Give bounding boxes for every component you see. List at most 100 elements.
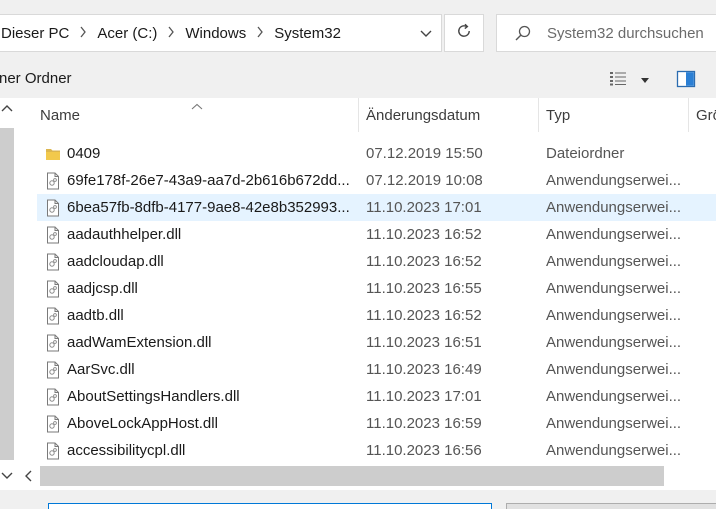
file-name[interactable]: 69fe178f-26e7-43a9-aa7d-2b616b672dd...: [67, 167, 357, 194]
file-icon: [43, 437, 63, 464]
file-name[interactable]: AboveLockAppHost.dll: [67, 410, 357, 437]
chevron-down-icon[interactable]: [417, 24, 435, 42]
file-name[interactable]: aadjcsp.dll: [67, 275, 357, 302]
breadcrumb-system32[interactable]: System32: [271, 25, 344, 42]
file-icon: [43, 302, 63, 329]
file-type: Anwendungserwei...: [546, 415, 682, 432]
folder-icon: [43, 140, 63, 167]
chevron-right-icon[interactable]: [249, 26, 271, 41]
column-divider[interactable]: [688, 98, 689, 132]
vertical-scrollbar[interactable]: [0, 98, 14, 488]
search-placeholder[interactable]: System32 durchsuchen: [547, 25, 704, 42]
column-divider[interactable]: [538, 98, 539, 132]
file-row[interactable]: aadWamExtension.dll 11.10.2023 16:51 Anwen…: [37, 329, 716, 356]
breadcrumb-drive[interactable]: Acer (C:): [94, 25, 160, 42]
caret-down-icon[interactable]: [640, 71, 650, 89]
file-date: 07.12.2019 10:08: [366, 172, 483, 189]
file-row[interactable]: AboutSettingsHandlers.dll 11.10.2023 17:0…: [37, 383, 716, 410]
breadcrumb-dieser-pc[interactable]: Dieser PC: [0, 25, 72, 42]
search-input[interactable]: System32 durchsuchen: [496, 14, 716, 52]
scroll-up-arrow-icon[interactable]: [0, 102, 14, 116]
file-icon: [43, 248, 63, 275]
search-icon: [513, 23, 533, 43]
file-name[interactable]: aadauthhelper.dll: [67, 221, 357, 248]
file-date: 11.10.2023 16:49: [366, 361, 482, 378]
command-bar: ner Ordner: [0, 60, 716, 98]
file-date: 07.12.2019 15:50: [366, 145, 483, 162]
column-label[interactable]: Name: [40, 107, 80, 124]
breadcrumb-label[interactable]: Windows: [182, 25, 249, 42]
file-date: 11.10.2023 17:01: [366, 388, 482, 405]
file-row[interactable]: aadauthhelper.dll 11.10.2023 16:52 Anwendu…: [37, 221, 716, 248]
column-label[interactable]: Änderungsdatum: [366, 107, 480, 124]
file-row[interactable]: AboveLockAppHost.dll 11.10.2023 16:59 Anwe…: [37, 410, 716, 437]
file-icon: [43, 275, 63, 302]
chevron-right-icon[interactable]: [160, 26, 182, 41]
chevron-right-icon[interactable]: [72, 26, 94, 41]
file-type: Anwendungserwei...: [546, 253, 682, 270]
file-type: Anwendungserwei...: [546, 388, 682, 405]
file-row[interactable]: aadcloudap.dll 11.10.2023 16:52 Anwendungs…: [37, 248, 716, 275]
scroll-down-arrow-icon[interactable]: [0, 468, 14, 482]
file-date: 11.10.2023 16:52: [366, 253, 482, 270]
file-date: 11.10.2023 16:52: [366, 307, 482, 324]
file-name[interactable]: AboutSettingsHandlers.dll: [67, 383, 357, 410]
address-bar-row: Dieser PC Acer (C:) Windows System32 Sys…: [0, 0, 716, 60]
file-date: 11.10.2023 16:51: [366, 334, 482, 351]
breadcrumb-label[interactable]: Dieser PC: [0, 25, 72, 42]
file-type: Anwendungserwei...: [546, 361, 682, 378]
new-folder-button[interactable]: ner Ordner: [0, 70, 72, 87]
refresh-button[interactable]: [444, 14, 484, 52]
file-type: Anwendungserwei...: [546, 442, 682, 459]
view-options-button[interactable]: [608, 69, 654, 91]
file-row[interactable]: aadjcsp.dll 11.10.2023 16:55 Anwendungserw…: [37, 275, 716, 302]
file-icon: [43, 383, 63, 410]
breadcrumb-label[interactable]: System32: [271, 25, 344, 42]
column-divider[interactable]: [358, 98, 359, 132]
file-icon: [43, 221, 63, 248]
preview-pane-button[interactable]: [676, 70, 696, 88]
scrollbar-thumb[interactable]: [40, 466, 664, 486]
address-bar[interactable]: Dieser PC Acer (C:) Windows System32: [0, 14, 442, 52]
scrollbar-thumb[interactable]: [0, 128, 14, 460]
file-dialog: Dieser PC Acer (C:) Windows System32 Sys…: [0, 0, 716, 509]
file-date: 11.10.2023 16:59: [366, 415, 482, 432]
refresh-icon: [455, 22, 473, 45]
file-icon: [43, 356, 63, 383]
file-name[interactable]: aadtb.dll: [67, 302, 357, 329]
column-header-size[interactable]: Grö: [696, 98, 716, 132]
file-date: 11.10.2023 16:52: [366, 226, 482, 243]
column-header-type[interactable]: Typ: [546, 98, 688, 132]
file-date: 11.10.2023 17:01: [366, 199, 482, 216]
filetype-dropdown[interactable]: [506, 503, 716, 509]
file-name[interactable]: 6bea57fb-8dfb-4177-9ae8-42e8b352993...: [67, 194, 357, 221]
file-name[interactable]: 0409: [67, 140, 357, 167]
file-type: Anwendungserwei...: [546, 334, 682, 351]
file-row[interactable]: 69fe178f-26e7-43a9-aa7d-2b616b672dd... 07…: [37, 167, 716, 194]
file-row[interactable]: 6bea57fb-8dfb-4177-9ae8-42e8b352993... 11…: [37, 194, 716, 221]
file-icon: [43, 167, 63, 194]
scroll-left-arrow-icon[interactable]: [22, 469, 34, 483]
file-type: Anwendungserwei...: [546, 172, 682, 189]
column-label[interactable]: Grö: [696, 107, 716, 124]
file-row[interactable]: AarSvc.dll 11.10.2023 16:49 Anwendungserwe…: [37, 356, 716, 383]
file-row[interactable]: aadtb.dll 11.10.2023 16:52 Anwendungserwei…: [37, 302, 716, 329]
file-row[interactable]: accessibilitycpl.dll 11.10.2023 16:56 Anwe…: [37, 437, 716, 464]
column-header-name[interactable]: Name: [40, 98, 358, 132]
file-row[interactable]: 0409 07.12.2019 15:50 Dateiordner: [37, 140, 716, 167]
column-header-date[interactable]: Änderungsdatum: [366, 98, 538, 132]
breadcrumb-label[interactable]: Acer (C:): [94, 25, 160, 42]
file-name[interactable]: AarSvc.dll: [67, 356, 357, 383]
horizontal-scrollbar[interactable]: [14, 462, 716, 490]
breadcrumb-windows[interactable]: Windows: [182, 25, 249, 42]
file-name[interactable]: accessibilitycpl.dll: [67, 437, 357, 464]
filename-input[interactable]: [48, 503, 492, 509]
file-name[interactable]: aadWamExtension.dll: [67, 329, 357, 356]
preview-pane-icon: [676, 70, 696, 92]
file-date: 11.10.2023 16:56: [366, 442, 482, 459]
file-name[interactable]: aadcloudap.dll: [67, 248, 357, 275]
file-icon: [43, 410, 63, 437]
file-icon: [43, 329, 63, 356]
column-label[interactable]: Typ: [546, 107, 570, 124]
file-type: Dateiordner: [546, 145, 625, 162]
